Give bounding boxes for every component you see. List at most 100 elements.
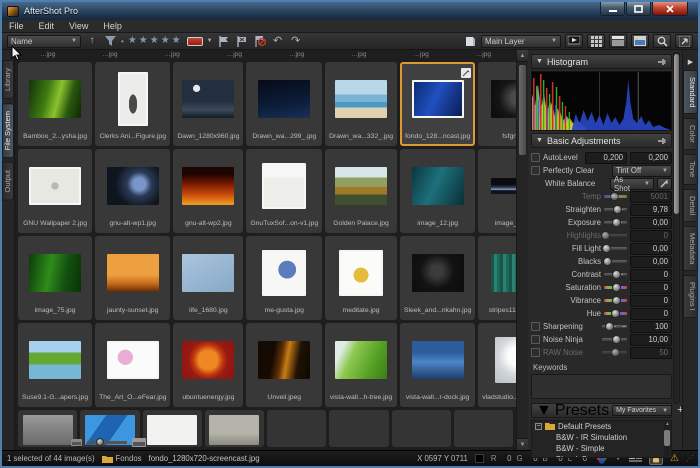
preset-item[interactable]: Bleach Bypass [532,454,671,458]
sort-ascending-icon[interactable]: ↑ [85,35,99,48]
slider-sharpening[interactable] [602,322,627,331]
checkbox[interactable] [531,166,540,175]
grid-item[interactable]: Drawn_wa...299_.jpg [246,62,322,146]
tree-collapse-icon[interactable]: − [535,423,542,430]
grid-item[interactable]: life_1680.jpg [173,236,243,320]
sort-field-select[interactable]: Name▼ [7,35,81,48]
slider-thumb[interactable] [603,257,612,266]
rotate-right-icon[interactable]: ↷ [289,35,303,48]
grid-item[interactable]: image_138.jpg [478,149,516,233]
slider-exposure[interactable] [604,218,627,227]
tab-metadata[interactable]: Metadata [683,226,698,271]
checkbox[interactable] [531,322,540,331]
tab-color[interactable]: Color [683,118,698,150]
collapse-triangle-icon[interactable]: ▼ [536,137,543,144]
thumbnail-size-slider[interactable] [87,441,127,444]
browse-view-button[interactable] [609,34,627,48]
value-box[interactable]: 0,00 [630,256,672,268]
slider-fill-light[interactable] [604,244,627,253]
slider-hue[interactable] [604,309,627,318]
slider-contrast[interactable] [604,270,627,279]
grid-scrollbar-thumb[interactable] [518,64,527,156]
large-thumbnail-icon[interactable] [132,437,146,448]
grid-item[interactable]: Dawn_1280x960.jpg [173,62,243,146]
magnifier-icon[interactable] [653,34,671,48]
rating-none-icon[interactable]: • [121,37,124,46]
eyedropper-button[interactable] [657,178,672,190]
value-box[interactable]: 0 [630,282,672,294]
slider-noise-ninja[interactable] [602,335,627,344]
value-box[interactable]: 0 [630,295,672,307]
presets-favorites-select[interactable]: My Favorites▼ [612,405,672,416]
folder-indicator[interactable]: Fondos [102,454,142,463]
tab-library[interactable]: Library [2,60,14,99]
color-label-chevron-icon[interactable]: ▼ [207,38,213,44]
slider-thumb[interactable] [601,231,610,240]
grid-item[interactable]: fondo_128...ncast.jpg [400,62,475,146]
thumbnail-view-button[interactable] [587,34,605,48]
menu-item-help[interactable]: Help [103,21,122,31]
grid-item-partial[interactable] [143,410,202,447]
slider-highlights[interactable] [604,231,627,240]
presets-scrollbar[interactable] [664,422,670,456]
grid-item[interactable]: meditate.jpg [325,236,397,320]
slider-vibrance[interactable] [604,296,627,305]
value-box[interactable]: 0,200 [585,152,627,164]
slider-thumb[interactable] [612,218,621,227]
flag-pick-icon[interactable] [217,35,231,48]
value-box[interactable]: 100 [630,321,672,333]
close-button[interactable] [652,2,688,16]
tab-tone[interactable]: Tone [683,154,698,184]
tab-output[interactable]: Output [2,162,14,201]
checkbox[interactable] [531,335,540,344]
grid-item[interactable]: Drawn_wa...332_.jpg [325,62,397,146]
grid-item[interactable]: stripes114_kde.jpg [478,236,516,320]
menu-item-view[interactable]: View [69,21,88,31]
fullscreen-icon[interactable] [675,34,693,48]
value-box[interactable]: 0 [630,308,672,320]
grid-item[interactable]: image_75.jpg [18,236,92,320]
flag-clear-icon[interactable] [253,35,267,48]
preset-item[interactable]: B&W - IR Simulation [532,432,671,443]
layer-select[interactable]: Main Layer▼ [481,35,561,48]
presets-scrollbar-thumb[interactable] [664,430,670,446]
resize-grip[interactable]: ⋰ [686,454,693,463]
presets-header[interactable]: ▼ Presets My Favorites▼ + [531,403,672,418]
grid-item[interactable]: Suse9.1-G...apers.jpg [18,323,92,407]
slider-thumb[interactable] [612,270,621,279]
panel-scrollbar[interactable] [673,52,680,404]
maximize-button[interactable] [626,2,651,16]
collapse-triangle-icon[interactable]: ▼ [536,58,543,65]
tab-detail[interactable]: Detail [683,189,698,222]
pin-icon[interactable] [658,58,667,66]
slider-thumb[interactable] [611,348,620,357]
slider-thumb[interactable] [611,309,620,318]
slider-thumb[interactable] [613,205,622,214]
grid-item[interactable]: gnu-alt-wp1.jpg [95,149,170,233]
star-rating-filter[interactable]: ★★★★★ [128,36,183,46]
grid-item[interactable]: me-gusta.jpg [246,236,322,320]
grid-item[interactable]: vista-wall...r-dock.jpg [400,323,475,407]
slider-thumb[interactable] [602,244,611,253]
pin-icon[interactable] [658,137,667,145]
grid-item[interactable]: image_12.jpg [400,149,475,233]
grid-item[interactable]: jaunty-sunset.jpg [95,236,170,320]
small-thumbnail-icon[interactable] [71,438,82,447]
thumbnail-size-slider-thumb[interactable] [96,438,104,446]
panel-scrollbar-thumb[interactable] [674,54,679,214]
keywords-input[interactable] [531,374,672,399]
scroll-down-icon[interactable]: ▼ [517,438,528,450]
slider-thumb[interactable] [610,192,619,201]
value-box[interactable]: 9,78 [630,204,672,216]
slider-thumb[interactable] [605,322,614,331]
grid-item[interactable]: Golden Palace.jpg [325,149,397,233]
slider-thumb[interactable] [612,335,621,344]
value-box[interactable]: 0 [630,230,672,242]
minimize-button[interactable] [600,2,625,16]
slider-temp[interactable] [604,192,627,201]
grid-item[interactable]: vladstudio...0x1024.jpg [478,323,516,407]
slider-saturation[interactable] [604,283,627,292]
slider-raw-noise[interactable] [602,348,627,357]
slider-straighten[interactable] [604,205,627,214]
rotate-left-icon[interactable]: ↶ [271,35,285,48]
